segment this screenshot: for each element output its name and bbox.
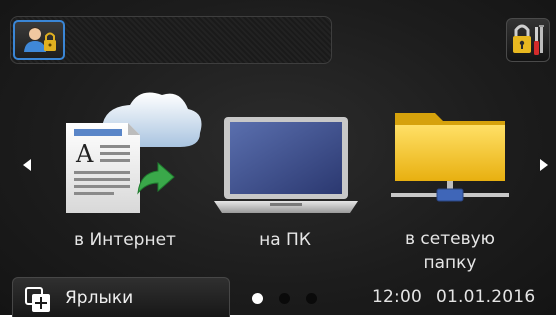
page-dot-1[interactable] xyxy=(252,293,263,304)
previous-page-button[interactable] xyxy=(19,157,35,173)
tile-label-pc: на ПК xyxy=(259,230,311,250)
tile-label-network-line2: папку xyxy=(423,253,477,273)
svg-text:A: A xyxy=(75,140,94,168)
tile-label-internet: в Интернет xyxy=(74,230,176,250)
date-text: 01.01.2016 xyxy=(436,287,536,307)
page-dot-2[interactable] xyxy=(279,293,290,304)
tile-label-network: в сетевую папку xyxy=(365,227,535,275)
touch-panel-screen: A в Интернет на ПК в сетевую папку Ярлык… xyxy=(0,0,556,317)
shortcuts-add-icon xyxy=(25,287,50,312)
arrow-right-icon xyxy=(540,159,548,171)
time-text: 12:00 xyxy=(372,287,422,307)
admin-settings-button[interactable] xyxy=(506,18,550,62)
page-dot-3[interactable] xyxy=(306,293,317,304)
shortcuts-button[interactable]: Ярлыки xyxy=(12,277,230,317)
scan-to-network-tile[interactable]: в сетевую папку xyxy=(365,85,535,285)
tile-label-network-line1: в сетевую xyxy=(405,229,495,249)
shortcuts-label: Ярлыки xyxy=(65,288,134,308)
scan-to-pc-tile[interactable]: на ПК xyxy=(200,85,370,285)
arrow-left-icon xyxy=(23,159,31,171)
padlock-tools-icon xyxy=(513,24,544,55)
next-page-button[interactable] xyxy=(536,157,552,173)
scan-to-internet-tile[interactable]: A в Интернет xyxy=(40,85,210,285)
user-lock-button[interactable] xyxy=(13,20,65,60)
laptop-icon xyxy=(214,117,358,213)
document-cloud-upload-icon: A xyxy=(66,92,202,213)
date-time-display: 12:00 01.01.2016 xyxy=(372,287,535,307)
network-folder-icon xyxy=(391,113,509,202)
user-lock-icon xyxy=(24,27,56,52)
